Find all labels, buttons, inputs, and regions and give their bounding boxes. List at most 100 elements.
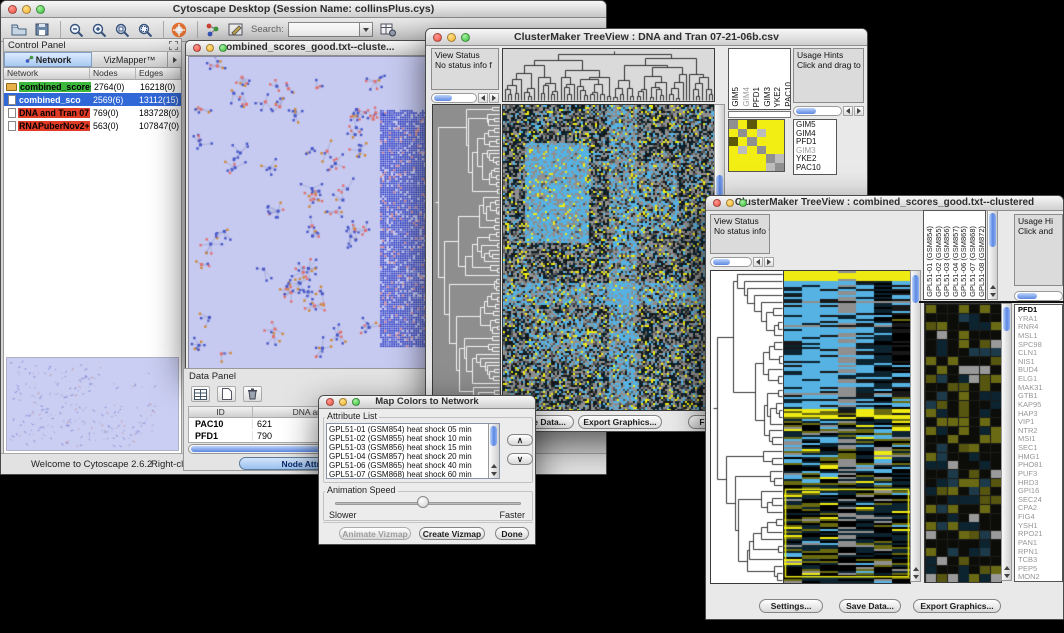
scroll-arrows[interactable] (988, 283, 997, 299)
heatmap-cell[interactable] (775, 120, 784, 129)
column-label[interactable]: PAC10 (784, 82, 792, 107)
heatmap-cell[interactable] (747, 154, 756, 163)
zoom-selected-button[interactable] (112, 20, 132, 39)
list-scrollbar[interactable] (488, 424, 499, 478)
zoom-button[interactable] (352, 398, 360, 406)
new-attribute-button[interactable] (217, 386, 236, 402)
column-label[interactable]: YKE2 (773, 87, 783, 107)
scroll-arrows[interactable] (489, 462, 499, 478)
scroll-arrows[interactable] (911, 565, 920, 581)
zoom-fit-button[interactable] (135, 20, 155, 39)
heatmap-cell[interactable] (738, 120, 747, 129)
save-session-button[interactable] (32, 20, 52, 39)
move-up-button[interactable]: ∧ (507, 434, 533, 446)
scroll-right-button[interactable] (489, 93, 499, 103)
export-graphics-button[interactable]: Export Graphics... (913, 599, 1001, 613)
attribute-list-item[interactable]: GPL51-06 (GSM865) heat shock 40 min (329, 461, 499, 470)
column-label[interactable]: GPL51-08 (GSM872) (978, 226, 986, 297)
column-label[interactable]: GIM4 (742, 87, 752, 107)
scroll-thumb[interactable] (490, 426, 497, 446)
heatmap-cell[interactable] (729, 163, 738, 172)
heatmap-cell[interactable] (738, 163, 747, 172)
heatmap-cell[interactable] (729, 146, 738, 155)
scroll-arrows[interactable] (1002, 564, 1011, 580)
column-label-scrollbar[interactable] (987, 210, 998, 300)
network-column-header[interactable]: Network (4, 68, 90, 79)
tab-network[interactable]: Network (4, 52, 92, 67)
network-column-header[interactable]: Edges (136, 68, 181, 79)
close-button[interactable] (8, 5, 17, 14)
heatmap-cell[interactable] (766, 129, 775, 138)
heatmap-cell[interactable] (766, 163, 775, 172)
detail-heatmap[interactable] (728, 119, 785, 172)
heatmap-cell[interactable] (757, 154, 766, 163)
heatmap-cell[interactable] (757, 129, 766, 138)
scroll-thumb[interactable] (796, 108, 816, 114)
heatmap-cell[interactable] (738, 146, 747, 155)
heatmap-cell[interactable] (766, 154, 775, 163)
network-list-row[interactable]: DNA and Tran 07769(0)183728(0) (4, 106, 181, 119)
scroll-thumb[interactable] (912, 275, 919, 303)
tab-overflow-button[interactable] (168, 52, 181, 67)
vizmapper-button[interactable] (226, 20, 246, 39)
heatmap-cell[interactable] (738, 129, 747, 138)
heatmap-cell[interactable] (775, 137, 784, 146)
select-attributes-button[interactable] (191, 386, 210, 402)
scroll-track[interactable] (793, 106, 842, 116)
heatmap-cell[interactable] (757, 120, 766, 129)
heatmap-cell[interactable] (775, 129, 784, 138)
column-label[interactable]: PFD1 (752, 87, 762, 107)
minimize-button[interactable] (339, 398, 347, 406)
global-heatmap[interactable] (783, 270, 911, 584)
row-dendrogram[interactable] (432, 104, 501, 411)
help-button[interactable] (169, 20, 189, 39)
global-heatmap[interactable] (502, 104, 715, 411)
export-graphics-button[interactable]: Export Graphics... (578, 415, 662, 429)
heatmap-cell[interactable] (766, 137, 775, 146)
zoom-in-button[interactable] (89, 20, 109, 39)
treeview1-title-bar[interactable]: ClusterMaker TreeView : DNA and Tran 07-… (426, 29, 867, 46)
gene-nav-scrollbar[interactable] (1014, 290, 1063, 302)
gene-label[interactable]: MON2 (1018, 573, 1062, 582)
scroll-left-button[interactable] (753, 257, 763, 267)
scroll-track[interactable] (710, 257, 752, 267)
column-dendrogram[interactable] (502, 48, 715, 102)
heatmap-cell[interactable] (775, 146, 784, 155)
scroll-right-button[interactable] (764, 257, 774, 267)
network-overview-button[interactable] (203, 20, 223, 39)
scroll-thumb[interactable] (713, 259, 730, 265)
network-list-row[interactable]: RNAPuberNov2+I563(0)107847(0) (4, 119, 181, 132)
scroll-thumb[interactable] (989, 213, 996, 247)
attribute-list-item[interactable]: GPL51-04 (GSM857) heat shock 20 min (329, 452, 499, 461)
attribute-browser-button[interactable] (378, 20, 398, 39)
column-label[interactable]: GIM5 (731, 87, 741, 107)
treeview2-title-bar[interactable]: ClusterMaker TreeView : combined_scores_… (706, 196, 1063, 211)
attribute-list-item[interactable]: GPL51-03 (GSM856) heat shock 15 min (329, 443, 499, 452)
heatmap-cell[interactable] (766, 146, 775, 155)
zoom-button[interactable] (36, 5, 45, 14)
heatmap-cell[interactable] (747, 137, 756, 146)
zoom-button[interactable] (219, 44, 227, 52)
heatmap-cell[interactable] (729, 137, 738, 146)
close-button[interactable] (713, 199, 721, 207)
heatmap-cell[interactable] (729, 120, 738, 129)
animate-vizmap-button[interactable]: Animate Vizmap (339, 527, 411, 540)
detail-vscrollbar[interactable] (1001, 303, 1012, 581)
minimize-button[interactable] (206, 44, 214, 52)
dialog-title-bar[interactable]: Map Colors to Network (319, 396, 535, 409)
attribute-list-item[interactable]: GPL51-02 (GSM855) heat shock 10 min (329, 434, 499, 443)
attribute-list[interactable]: GPL51-01 (GSM854) heat shock 05 minGPL51… (326, 423, 500, 479)
network-view-title-bar[interactable]: combined_scores_good.txt--cluste... (186, 41, 429, 56)
network-overview-thumbnail[interactable] (6, 357, 179, 451)
close-button[interactable] (433, 33, 442, 42)
detail-nav-scrollbar[interactable] (793, 105, 864, 117)
heatmap-cell[interactable] (757, 163, 766, 172)
minimize-button[interactable] (22, 5, 31, 14)
minimize-button[interactable] (447, 33, 456, 42)
delete-attribute-button[interactable] (243, 386, 262, 402)
zoom-button[interactable] (739, 199, 747, 207)
scroll-right-button[interactable] (854, 106, 864, 116)
scroll-thumb[interactable] (1003, 307, 1010, 331)
tree-nav-scrollbar[interactable] (710, 256, 774, 268)
network-graph-canvas[interactable] (188, 56, 429, 370)
